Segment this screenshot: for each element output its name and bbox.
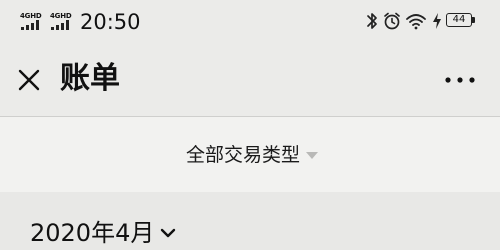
- month-section: 2020年4月: [0, 192, 500, 250]
- transaction-type-filter[interactable]: 全部交易类型: [186, 141, 319, 169]
- chevron-down-icon: [161, 228, 176, 238]
- month-selector[interactable]: 2020年4月: [30, 216, 176, 250]
- charging-icon: [433, 13, 441, 29]
- alarm-icon: [384, 12, 400, 30]
- nav-bar: 账单: [0, 44, 500, 116]
- caret-down-icon: [306, 151, 319, 159]
- more-icon: [445, 77, 475, 83]
- more-button[interactable]: [440, 68, 480, 92]
- close-icon: [18, 69, 40, 91]
- bluetooth-icon: [367, 13, 377, 29]
- battery-icon: 44: [446, 13, 476, 29]
- filter-area: 全部交易类型: [0, 117, 500, 192]
- filter-label: 全部交易类型: [186, 144, 301, 166]
- wifi-icon: [406, 14, 426, 30]
- status-time: 20:50: [80, 10, 141, 34]
- status-bar: 4GHD 4GHD 20:50 44: [0, 0, 500, 44]
- cellular-signal-icon: 4GHD: [50, 12, 76, 30]
- signal-label: 4GHD: [20, 12, 42, 20]
- signal-label: 4GHD: [50, 12, 72, 20]
- cellular-signal-icon: 4GHD: [20, 12, 46, 30]
- page-title: 账单: [60, 61, 120, 96]
- close-button[interactable]: [12, 63, 46, 97]
- month-label: 2020年4月: [30, 219, 155, 247]
- battery-level: 44: [446, 13, 472, 27]
